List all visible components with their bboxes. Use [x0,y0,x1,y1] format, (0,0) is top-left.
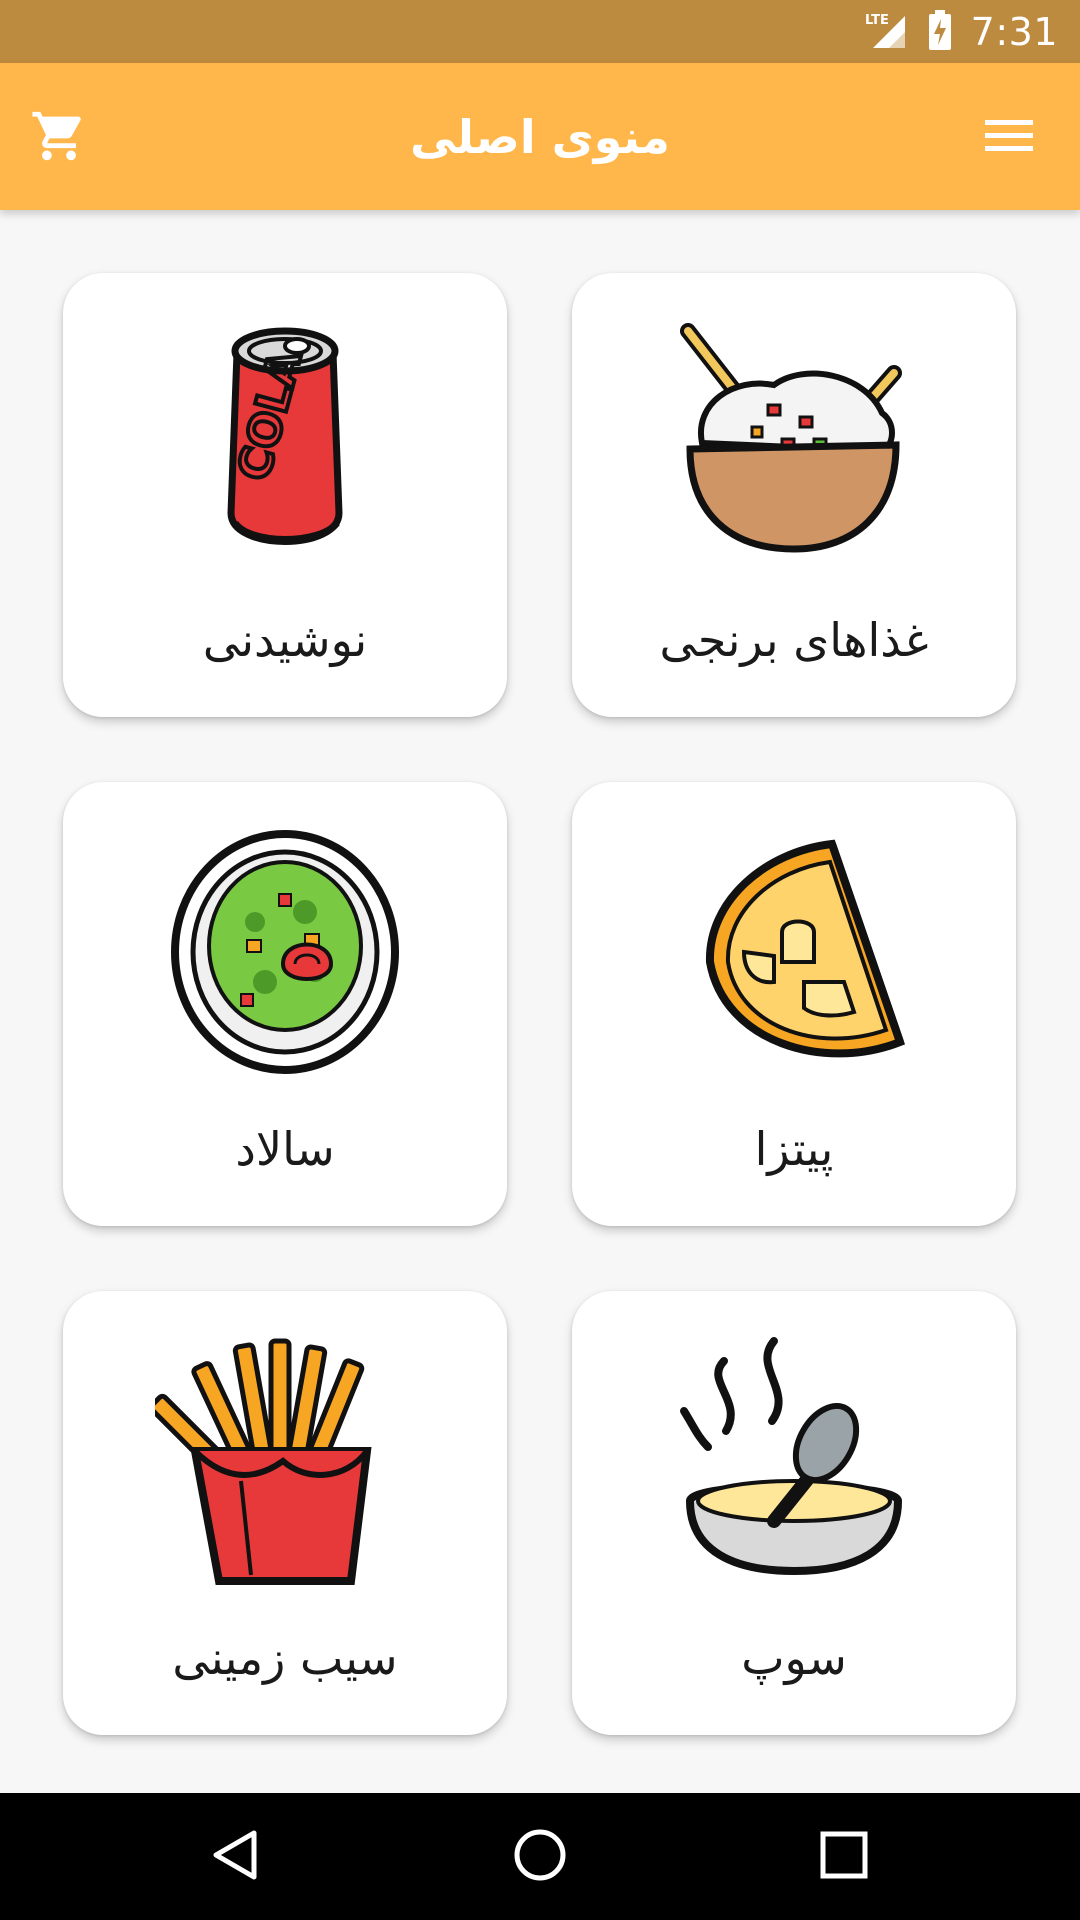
cola-can-icon: COLA [155,313,415,573]
category-label: سالاد [235,1122,335,1176]
category-card-salad[interactable]: سالاد [63,782,507,1226]
back-button[interactable] [200,1821,272,1893]
category-label: سوپ [741,1631,847,1685]
svg-text:LTE: LTE [865,13,889,28]
category-label: سیب زمینی [172,1631,398,1685]
category-card-soup[interactable]: سوپ [572,1291,1016,1735]
recents-button[interactable] [808,1821,880,1893]
category-card-rice-dishes[interactable]: غذاهای برنجی [572,273,1016,717]
home-button[interactable] [504,1821,576,1893]
pizza-slice-icon [664,822,924,1082]
category-card-pizza[interactable]: پیتزا [572,782,1016,1226]
status-time: 7:31 [970,9,1058,54]
salad-plate-icon [155,822,415,1082]
home-icon [512,1827,568,1887]
french-fries-icon [148,1331,415,1591]
category-label: غذاهای برنجی [659,613,929,667]
back-icon [208,1827,264,1887]
category-grid: COLA نوشیدنی غذاهای برنجی سالاد پیتزا سی… [0,210,1080,1793]
recents-icon [816,1827,872,1887]
menu-button[interactable] [974,103,1044,173]
status-icons: LTE 7:31 [865,0,1058,63]
soup-bowl-icon [664,1331,924,1591]
status-bar: LTE 7:31 [0,0,1080,63]
category-label: نوشیدنی [202,613,368,667]
navigation-bar [0,1793,1080,1920]
category-label: پیتزا [754,1122,834,1176]
app-bar: منوی اصلی [0,63,1080,210]
hamburger-menu-icon [983,116,1035,160]
battery-charging-icon [927,9,953,54]
rice-bowl-icon [664,313,924,573]
category-card-drinks[interactable]: COLA نوشیدنی [63,273,507,717]
lte-signal-icon: LTE [865,10,909,54]
page-title: منوی اصلی [410,109,670,164]
category-card-fries[interactable]: سیب زمینی [63,1291,507,1735]
